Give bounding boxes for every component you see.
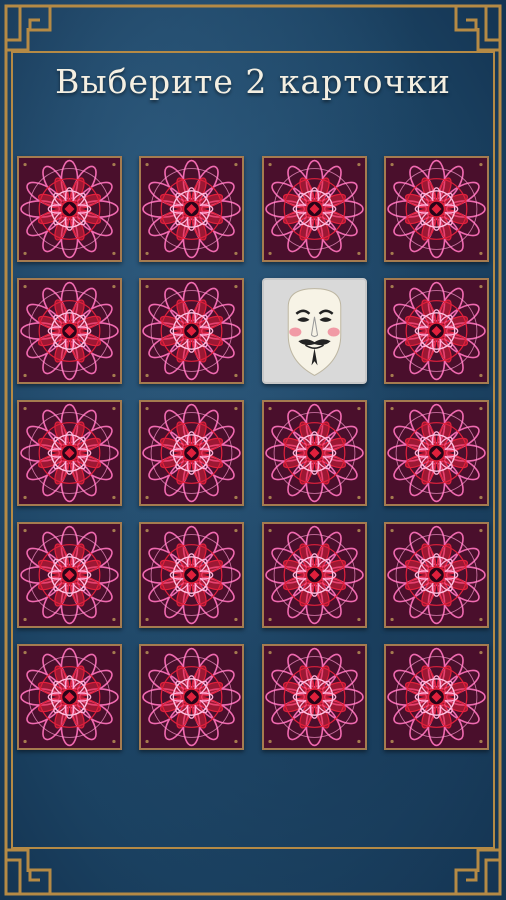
mandala-pattern-icon — [19, 280, 120, 382]
memory-card-revealed[interactable] — [262, 278, 367, 384]
memory-card[interactable] — [139, 156, 244, 262]
mandala-pattern-icon — [264, 524, 365, 626]
memory-card[interactable] — [384, 644, 489, 750]
memory-card[interactable] — [17, 156, 122, 262]
memory-card[interactable] — [139, 278, 244, 384]
memory-card[interactable] — [384, 156, 489, 262]
memory-card[interactable] — [139, 400, 244, 506]
mandala-pattern-icon — [19, 158, 120, 260]
memory-card[interactable] — [384, 522, 489, 628]
memory-card[interactable] — [262, 522, 367, 628]
mandala-pattern-icon — [141, 402, 242, 504]
memory-card[interactable] — [17, 522, 122, 628]
mandala-pattern-icon — [264, 646, 365, 748]
memory-card[interactable] — [139, 644, 244, 750]
memory-card[interactable] — [139, 522, 244, 628]
mandala-pattern-icon — [386, 402, 487, 504]
memory-card[interactable] — [384, 400, 489, 506]
mandala-pattern-icon — [141, 524, 242, 626]
guy-fawkes-mask-icon — [264, 280, 365, 382]
mandala-pattern-icon — [386, 158, 487, 260]
mandala-pattern-icon — [19, 524, 120, 626]
page-title: Выберите 2 карточки — [55, 62, 451, 101]
memory-card[interactable] — [262, 156, 367, 262]
mandala-pattern-icon — [264, 402, 365, 504]
mandala-pattern-icon — [386, 280, 487, 382]
mandala-pattern-icon — [141, 280, 242, 382]
mandala-pattern-icon — [141, 646, 242, 748]
mandala-pattern-icon — [19, 646, 120, 748]
mandala-pattern-icon — [264, 158, 365, 260]
memory-card[interactable] — [262, 644, 367, 750]
memory-card[interactable] — [17, 400, 122, 506]
memory-card[interactable] — [17, 644, 122, 750]
memory-card[interactable] — [17, 278, 122, 384]
card-grid — [17, 156, 491, 750]
mandala-pattern-icon — [386, 646, 487, 748]
memory-card[interactable] — [384, 278, 489, 384]
memory-card[interactable] — [262, 400, 367, 506]
mandala-pattern-icon — [386, 524, 487, 626]
mandala-pattern-icon — [19, 402, 120, 504]
mandala-pattern-icon — [141, 158, 242, 260]
